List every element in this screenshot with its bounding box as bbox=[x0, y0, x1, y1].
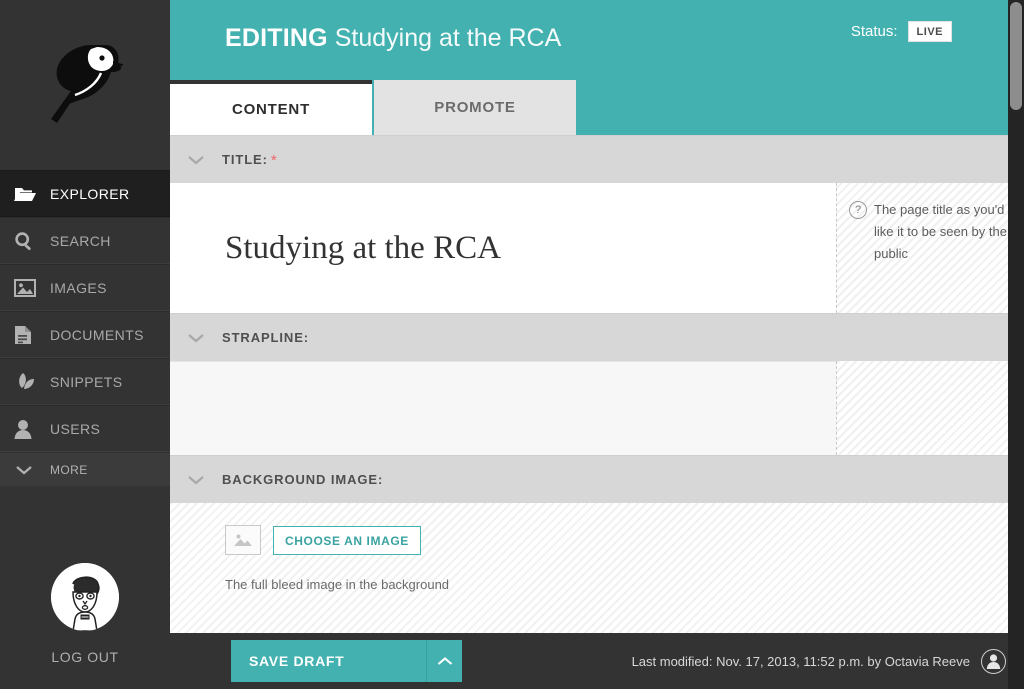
sidebar-nav: EXPLORER SEARCH IMAGES DOCUMENTS bbox=[0, 170, 170, 487]
field-label-strapline: STRAPLINE: bbox=[222, 330, 309, 345]
snippet-leaf-icon bbox=[14, 372, 46, 392]
help-panel-strapline bbox=[836, 361, 1024, 455]
question-mark-icon: ? bbox=[849, 201, 867, 219]
logout-button[interactable]: LOG OUT bbox=[0, 649, 170, 677]
main-content: EDITING Studying at the RCA Status: LIVE… bbox=[170, 0, 1024, 689]
user-avatar-photo[interactable] bbox=[51, 563, 119, 631]
chevron-down-icon[interactable] bbox=[170, 332, 222, 344]
tab-content[interactable]: CONTENT bbox=[170, 80, 372, 135]
field-label-title: TITLE: bbox=[222, 152, 268, 167]
wagtail-bird-logo[interactable] bbox=[0, 0, 170, 170]
help-panel-title: ? The page title as you'd like it to be … bbox=[836, 183, 1024, 313]
status-badge[interactable]: LIVE bbox=[908, 21, 952, 42]
field-header-background-image[interactable]: BACKGROUND IMAGE: bbox=[170, 455, 1024, 503]
folder-open-icon bbox=[14, 185, 46, 203]
tab-bar: CONTENT PROMOTE bbox=[170, 80, 576, 135]
chevron-down-icon[interactable] bbox=[170, 474, 222, 486]
strapline-input[interactable] bbox=[170, 361, 836, 455]
title-input[interactable]: Studying at the RCA bbox=[170, 183, 836, 313]
scrollbar-thumb[interactable] bbox=[1010, 2, 1022, 110]
page-title: EDITING Studying at the RCA bbox=[225, 24, 561, 53]
status-area: Status: LIVE bbox=[851, 21, 952, 42]
tab-promote[interactable]: PROMOTE bbox=[374, 80, 576, 135]
page-name: Studying at the RCA bbox=[335, 24, 562, 52]
chevron-down-icon bbox=[14, 464, 46, 476]
user-avatar-icon[interactable] bbox=[981, 649, 1006, 674]
sidebar-item-label: USERS bbox=[46, 421, 100, 437]
editing-label: EDITING bbox=[225, 24, 328, 52]
sidebar-account: LOG OUT bbox=[0, 563, 170, 689]
page-scrollbar[interactable] bbox=[1008, 0, 1024, 689]
sidebar-item-label: SEARCH bbox=[46, 233, 111, 249]
sidebar-item-snippets[interactable]: SNIPPETS bbox=[0, 358, 170, 405]
sidebar-item-label: SNIPPETS bbox=[46, 374, 122, 390]
title-input-value: Studying at the RCA bbox=[225, 230, 501, 267]
background-image-caption: The full bleed image in the background bbox=[225, 577, 1024, 592]
required-marker: * bbox=[268, 152, 277, 169]
image-chooser-row: CHOOSE AN IMAGE bbox=[225, 525, 1024, 555]
sidebar-item-search[interactable]: SEARCH bbox=[0, 217, 170, 264]
status-label: Status: bbox=[851, 23, 898, 40]
image-placeholder-icon bbox=[225, 525, 261, 555]
field-row-strapline bbox=[170, 361, 1024, 455]
field-header-title[interactable]: TITLE: * bbox=[170, 135, 1024, 183]
sidebar-item-explorer[interactable]: EXPLORER bbox=[0, 170, 170, 217]
footer-action-bar: SAVE DRAFT Last modified: Nov. 17, 2013,… bbox=[170, 633, 1024, 689]
user-icon bbox=[14, 419, 46, 439]
sidebar-item-label: DOCUMENTS bbox=[46, 327, 144, 343]
search-icon bbox=[14, 231, 46, 251]
page-header: EDITING Studying at the RCA Status: LIVE… bbox=[170, 0, 1024, 135]
sidebar-item-label: EXPLORER bbox=[46, 186, 129, 202]
help-text-title: The page title as you'd like it to be se… bbox=[874, 199, 1010, 303]
field-header-strapline[interactable]: STRAPLINE: bbox=[170, 313, 1024, 361]
sidebar-item-more[interactable]: MORE bbox=[0, 452, 170, 487]
footer-meta: Last modified: Nov. 17, 2013, 11:52 p.m.… bbox=[632, 649, 1024, 674]
save-button-group: SAVE DRAFT bbox=[231, 640, 462, 682]
sidebar-item-images[interactable]: IMAGES bbox=[0, 264, 170, 311]
sidebar: EXPLORER SEARCH IMAGES DOCUMENTS bbox=[0, 0, 170, 689]
document-icon bbox=[14, 325, 46, 345]
sidebar-item-users[interactable]: USERS bbox=[0, 405, 170, 452]
chevron-down-icon[interactable] bbox=[170, 154, 222, 166]
field-row-title: Studying at the RCA ? The page title as … bbox=[170, 183, 1024, 313]
title-input-wrap: Studying at the RCA bbox=[170, 183, 836, 313]
image-icon bbox=[14, 279, 46, 297]
choose-an-image-button[interactable]: CHOOSE AN IMAGE bbox=[273, 526, 421, 555]
field-label-background-image: BACKGROUND IMAGE: bbox=[222, 472, 383, 487]
save-draft-button[interactable]: SAVE DRAFT bbox=[231, 640, 426, 682]
sidebar-item-label: MORE bbox=[46, 463, 88, 477]
wagtail-admin-screen: EXPLORER SEARCH IMAGES DOCUMENTS bbox=[0, 0, 1024, 689]
strapline-input-wrap bbox=[170, 361, 836, 455]
last-modified-text: Last modified: Nov. 17, 2013, 11:52 p.m.… bbox=[632, 654, 970, 669]
sidebar-item-label: IMAGES bbox=[46, 280, 107, 296]
chevron-up-icon[interactable] bbox=[426, 640, 462, 682]
sidebar-item-documents[interactable]: DOCUMENTS bbox=[0, 311, 170, 358]
